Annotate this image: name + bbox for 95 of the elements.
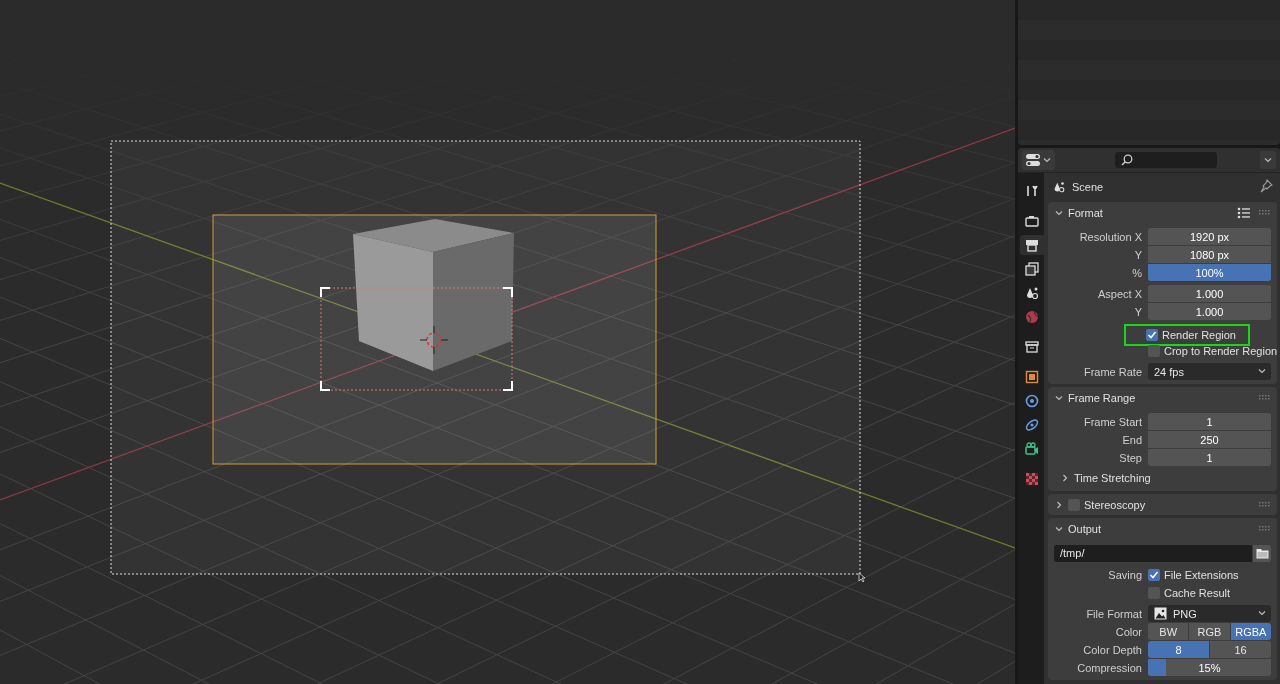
- field-label: Frame Rate: [1082, 365, 1142, 378]
- panel-header[interactable]: Format: [1048, 202, 1277, 223]
- circle-dot-icon: [1024, 393, 1040, 409]
- checkbox[interactable]: [1146, 329, 1158, 341]
- context-label: Scene: [1072, 181, 1104, 193]
- checkbox-label: Cache Result: [1164, 586, 1231, 599]
- camera-icon: [1024, 441, 1040, 457]
- chevron-right-icon: [1054, 499, 1064, 510]
- subpanel-header[interactable]: Time Stretching: [1060, 469, 1151, 487]
- segment-button[interactable]: 8: [1148, 641, 1209, 658]
- field-value: 1.000: [1195, 287, 1224, 300]
- field-value: 250: [1200, 433, 1219, 446]
- box-icon: [1024, 339, 1040, 355]
- droplets-icon: [1024, 285, 1040, 301]
- panel-header[interactable]: Output: [1048, 518, 1277, 539]
- field-label: End: [1121, 433, 1142, 446]
- chevron-right-icon: [1060, 473, 1070, 483]
- segment-button[interactable]: 16: [1210, 641, 1271, 658]
- number-field[interactable]: 1: [1148, 449, 1271, 466]
- number-field[interactable]: 1.000: [1148, 285, 1271, 302]
- field-label: File Format: [1085, 607, 1142, 620]
- field-label: %: [1131, 266, 1142, 279]
- panel-title: Format: [1068, 206, 1103, 219]
- segment-button[interactable]: RGB: [1189, 623, 1230, 640]
- panel-header[interactable]: Stereoscopy: [1048, 494, 1277, 515]
- field-label: Color: [1114, 625, 1142, 638]
- number-field[interactable]: 1.000: [1148, 303, 1271, 320]
- options-dropdown-button[interactable]: [1260, 151, 1276, 169]
- number-field[interactable]: 1080 px: [1148, 246, 1271, 263]
- chevron-down-icon: [1263, 155, 1273, 165]
- panel-title: Frame Range: [1068, 391, 1136, 404]
- printer-icon: [1024, 237, 1040, 253]
- images-icon: [1024, 261, 1040, 277]
- field-value: 1920 px: [1189, 230, 1230, 243]
- field-label: Frame Start: [1082, 415, 1142, 428]
- globe-icon: [1024, 309, 1040, 325]
- link-icon: [1024, 417, 1040, 433]
- field-value: 1: [1206, 415, 1213, 428]
- number-field[interactable]: 250: [1148, 431, 1271, 448]
- field-value: 15%: [1198, 661, 1221, 674]
- properties-editor-icon: [1025, 153, 1041, 167]
- field-label: Aspect X: [1096, 287, 1142, 300]
- field-label: Y: [1133, 305, 1142, 318]
- checkbox-label: Render Region: [1162, 329, 1236, 341]
- square-icon: [1024, 369, 1040, 385]
- field-label: Resolution X: [1078, 230, 1142, 243]
- search-field[interactable]: [1115, 152, 1217, 168]
- render-region-frame[interactable]: [320, 287, 513, 391]
- drag-grip-icon[interactable]: [1259, 525, 1271, 532]
- folder-icon: [1255, 547, 1269, 559]
- segment-button[interactable]: RGBA: [1230, 623, 1271, 640]
- dropdown-field[interactable]: PNG: [1148, 605, 1271, 622]
- checker-icon: [1024, 471, 1040, 487]
- checkbox-label: File Extensions: [1164, 568, 1239, 581]
- field-value: 24 fps: [1154, 365, 1184, 378]
- number-field[interactable]: 1920 px: [1148, 228, 1271, 245]
- slider-field[interactable]: 15%: [1148, 659, 1271, 676]
- drag-grip-icon[interactable]: [1259, 394, 1271, 401]
- panel-header[interactable]: Frame Range: [1048, 387, 1277, 408]
- droplets-icon: [1052, 180, 1066, 194]
- checkbox-label: Crop to Render Region: [1164, 344, 1278, 357]
- checkbox[interactable]: [1148, 568, 1160, 581]
- field-value: 1: [1206, 451, 1213, 464]
- field-label: Step: [1118, 451, 1142, 464]
- properties-tab[interactable]: [1020, 235, 1044, 255]
- subpanel-title: Time Stretching: [1074, 472, 1151, 484]
- checkmark-icon: [1147, 330, 1157, 340]
- field-value: 100%: [1195, 266, 1224, 279]
- chevron-down-icon: [1042, 155, 1052, 165]
- checkmark-icon: [1149, 569, 1159, 580]
- field-value: 1080 px: [1189, 248, 1230, 261]
- drag-grip-icon[interactable]: [1259, 501, 1271, 508]
- field-label: Compression: [1076, 661, 1142, 674]
- 3d-cursor-icon: [419, 325, 449, 355]
- field-label: Y: [1133, 248, 1142, 261]
- panel-title: Stereoscopy: [1084, 498, 1146, 511]
- search-icon: [1121, 154, 1133, 166]
- pin-icon[interactable]: [1259, 179, 1273, 193]
- wrench-screwdriver-icon: [1024, 183, 1040, 199]
- field-label: Saving: [1107, 568, 1142, 581]
- mouse-pointer-icon: [858, 572, 866, 583]
- path-field[interactable]: /tmp/: [1054, 544, 1252, 562]
- list-icon[interactable]: [1237, 206, 1251, 219]
- drag-grip-icon[interactable]: [1259, 209, 1271, 216]
- dropdown-field[interactable]: 24 fps: [1148, 363, 1271, 380]
- number-field[interactable]: 1: [1148, 413, 1271, 430]
- editor-type-button[interactable]: [1022, 150, 1055, 170]
- slider-field[interactable]: 100%: [1148, 264, 1271, 281]
- camera-back-icon: [1024, 213, 1040, 229]
- segment-button[interactable]: BW: [1148, 623, 1189, 640]
- panel-title: Output: [1068, 522, 1102, 535]
- field-value: 1.000: [1195, 305, 1224, 318]
- field-value: PNG: [1173, 607, 1197, 620]
- field-label: Color Depth: [1082, 643, 1142, 656]
- folder-button[interactable]: [1253, 544, 1271, 562]
